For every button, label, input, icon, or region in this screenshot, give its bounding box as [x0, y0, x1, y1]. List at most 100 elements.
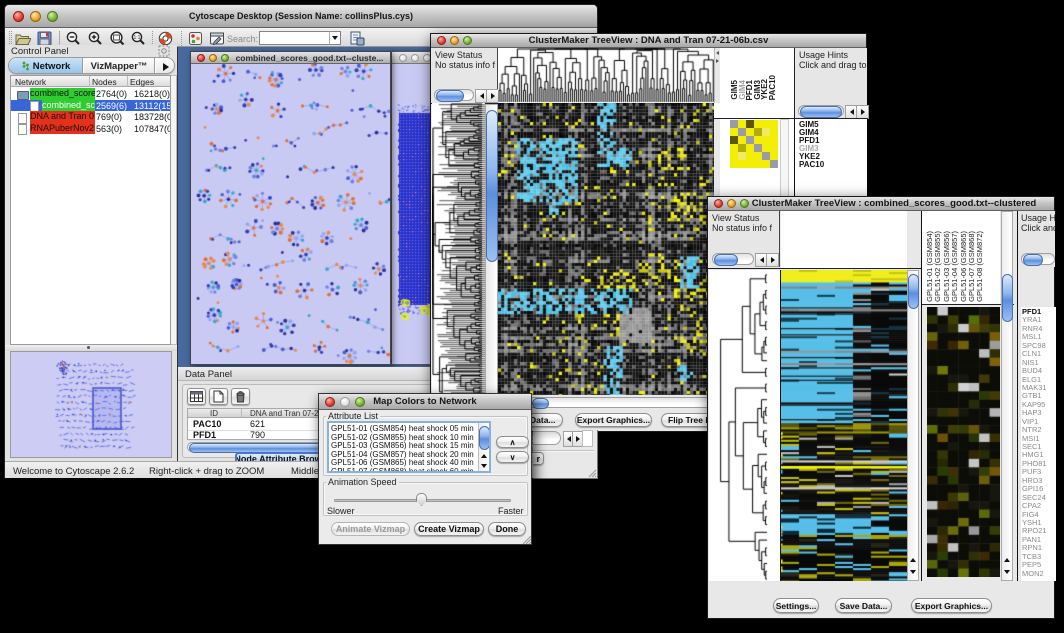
- treeview1-title-bar[interactable]: ClusterMaker TreeView : DNA and Tran 07-…: [431, 34, 866, 48]
- zoom-heatmap-cell[interactable]: [754, 152, 762, 160]
- attribute-select-button[interactable]: [187, 388, 206, 405]
- zoom-heatmap-cell[interactable]: [762, 152, 770, 160]
- heatmap-hscroll-thumb[interactable]: [532, 398, 549, 409]
- animate-vizmap-button[interactable]: Animate Vizmap: [331, 522, 410, 536]
- partial-scrollbar[interactable]: [533, 431, 561, 445]
- zoom-heatmap-cell[interactable]: [762, 136, 770, 144]
- array-tree-canvas[interactable]: [498, 48, 714, 103]
- usage-hints-scroll-thumb[interactable]: [800, 106, 842, 118]
- network-table-row[interactable]: RNAPuberNov2+563(0)107847(0): [11, 123, 170, 135]
- attribute-scroll-thumb[interactable]: [479, 426, 490, 450]
- zoom-heatmap-cell[interactable]: [746, 120, 754, 128]
- close-icon[interactable]: [714, 199, 723, 208]
- arrow-right-icon[interactable]: [716, 59, 719, 63]
- zoom-vscrollbar[interactable]: [1001, 211, 1013, 581]
- view-status-scroll-thumb[interactable]: [714, 254, 738, 266]
- maximize-icon[interactable]: [221, 54, 229, 62]
- zoom-heatmap-cell[interactable]: [730, 160, 738, 168]
- network-view-canvas[interactable]: [191, 64, 390, 364]
- settings-button[interactable]: Settings...: [773, 598, 819, 613]
- scroll-right-button[interactable]: [856, 105, 869, 119]
- dialog-title-bar[interactable]: Map Colors to Network: [319, 394, 531, 410]
- tabs-overflow-button[interactable]: [156, 58, 175, 74]
- scroll-down-button[interactable]: [908, 566, 918, 578]
- maximize-icon[interactable]: [47, 11, 58, 22]
- zoom-heatmap-cell[interactable]: [738, 144, 746, 152]
- minimize-icon[interactable]: [411, 54, 419, 62]
- global-heatmap-canvas[interactable]: [498, 103, 714, 395]
- attribute-list-item[interactable]: GPL51-06 (GSM865) heat shock 40 min: [331, 458, 471, 467]
- minimize-icon[interactable]: [727, 199, 736, 208]
- usage-hints-scrollbar[interactable]: [1021, 253, 1055, 265]
- view-status-scrollbar[interactable]: [434, 89, 474, 101]
- save-data-button[interactable]: Save Data...: [835, 598, 892, 613]
- export-graphics-button[interactable]: Export Graphics...: [575, 413, 652, 427]
- network-table-row[interactable]: combined_sco2569(6)13112(15): [11, 100, 170, 112]
- zoom-heatmap-cell[interactable]: [770, 120, 778, 128]
- zoom-heatmap-cell[interactable]: [738, 128, 746, 136]
- network-overview-canvas[interactable]: [11, 352, 171, 457]
- export-graphics-button[interactable]: Export Graphics...: [911, 598, 992, 613]
- maximize-icon[interactable]: [740, 199, 749, 208]
- col-header-id[interactable]: ID: [210, 409, 218, 418]
- zoom-heatmap-cell[interactable]: [754, 136, 762, 144]
- zoom-heatmap-cell[interactable]: [770, 152, 778, 160]
- network-name-cell[interactable]: RNAPuberNov2+: [30, 123, 95, 135]
- zoom-heatmap-cell[interactable]: [738, 160, 746, 168]
- partial-button[interactable]: r: [533, 452, 544, 465]
- attribute-list-item[interactable]: GPL51-03 (GSM856) heat shock 15 min: [331, 441, 471, 450]
- treeview2-title-bar[interactable]: ClusterMaker TreeView : combined_scores_…: [708, 197, 1054, 211]
- heatmap-vscroll-thumb[interactable]: [486, 110, 498, 262]
- zoom-heatmap-cell[interactable]: [730, 128, 738, 136]
- zoom-heatmap-cell[interactable]: [762, 144, 770, 152]
- zoom-vscroll-thumb[interactable]: [1002, 274, 1013, 322]
- zoom-heatmap-cell[interactable]: [754, 160, 762, 168]
- network-name-cell[interactable]: combined_sco: [42, 100, 95, 112]
- tab-vizmapper[interactable]: VizMapper™: [84, 58, 155, 74]
- zoom-heatmap-cell[interactable]: [730, 144, 738, 152]
- column-label[interactable]: PAC10: [768, 75, 777, 100]
- move-attribute-down-button[interactable]: ∨: [496, 451, 529, 463]
- attribute-list-scrollbar[interactable]: [478, 423, 489, 471]
- view-status-scroll-thumb[interactable]: [436, 90, 464, 102]
- zoom-heatmap-cell[interactable]: [762, 160, 770, 168]
- heatmap-vscroll-thumb[interactable]: [908, 274, 919, 309]
- zoom-heatmap-cell[interactable]: [746, 160, 754, 168]
- zoom-heatmap-cell[interactable]: [746, 128, 754, 136]
- zoom-heatmap-cell[interactable]: [770, 144, 778, 152]
- col-header-nodes[interactable]: Nodes: [92, 77, 117, 87]
- scroll-down-button[interactable]: [479, 461, 489, 471]
- minimize-icon[interactable]: [450, 36, 459, 45]
- row-label[interactable]: PAC10: [799, 160, 824, 169]
- close-icon[interactable]: [13, 11, 24, 22]
- search-dropdown-button[interactable]: [329, 31, 341, 45]
- zoom-heatmap-cell[interactable]: [730, 136, 738, 144]
- zoom-heatmap-cell[interactable]: [770, 128, 778, 136]
- col-header-network[interactable]: Network: [15, 77, 46, 87]
- scroll-up-button[interactable]: [479, 451, 489, 461]
- usage-hints-scroll-thumb[interactable]: [1023, 254, 1043, 266]
- network-frame-window[interactable]: combined_scores_good.txt--cluste...: [190, 51, 391, 365]
- gene-tree-canvas[interactable]: [432, 103, 485, 426]
- col-header-edges[interactable]: Edges: [130, 77, 154, 87]
- zoom-heatmap-cell[interactable]: [770, 136, 778, 144]
- close-icon[interactable]: [325, 397, 335, 407]
- zoom-heatmap-cell[interactable]: [746, 144, 754, 152]
- attribute-list-item[interactable]: GPL51-04 (GSM857) heat shock 20 min: [331, 450, 471, 459]
- zoom-heatmap-cell[interactable]: [730, 152, 738, 160]
- minimize-icon[interactable]: [30, 11, 41, 22]
- network-name-cell[interactable]: combined_scores: [30, 88, 95, 100]
- network-frame-title-bar[interactable]: combined_scores_good.txt--cluste...: [191, 52, 390, 64]
- vizmapper-icon[interactable]: [188, 31, 203, 46]
- zoom-heatmap-cell[interactable]: [754, 128, 762, 136]
- column-label[interactable]: GPL51-08 (GSM872): [975, 231, 984, 302]
- zoom-heatmap-cell[interactable]: [738, 152, 746, 160]
- resize-grip-icon[interactable]: [522, 535, 532, 545]
- zoom-heatmap-cell[interactable]: [754, 144, 762, 152]
- view-status-scrollbar[interactable]: [712, 253, 754, 265]
- annotation-icon[interactable]: [209, 31, 225, 46]
- resize-grip-icon[interactable]: [588, 469, 597, 478]
- zoom-heatmap-cell[interactable]: [730, 120, 738, 128]
- done-button[interactable]: Done: [488, 522, 526, 536]
- zoom-heatmap-cell[interactable]: [746, 152, 754, 160]
